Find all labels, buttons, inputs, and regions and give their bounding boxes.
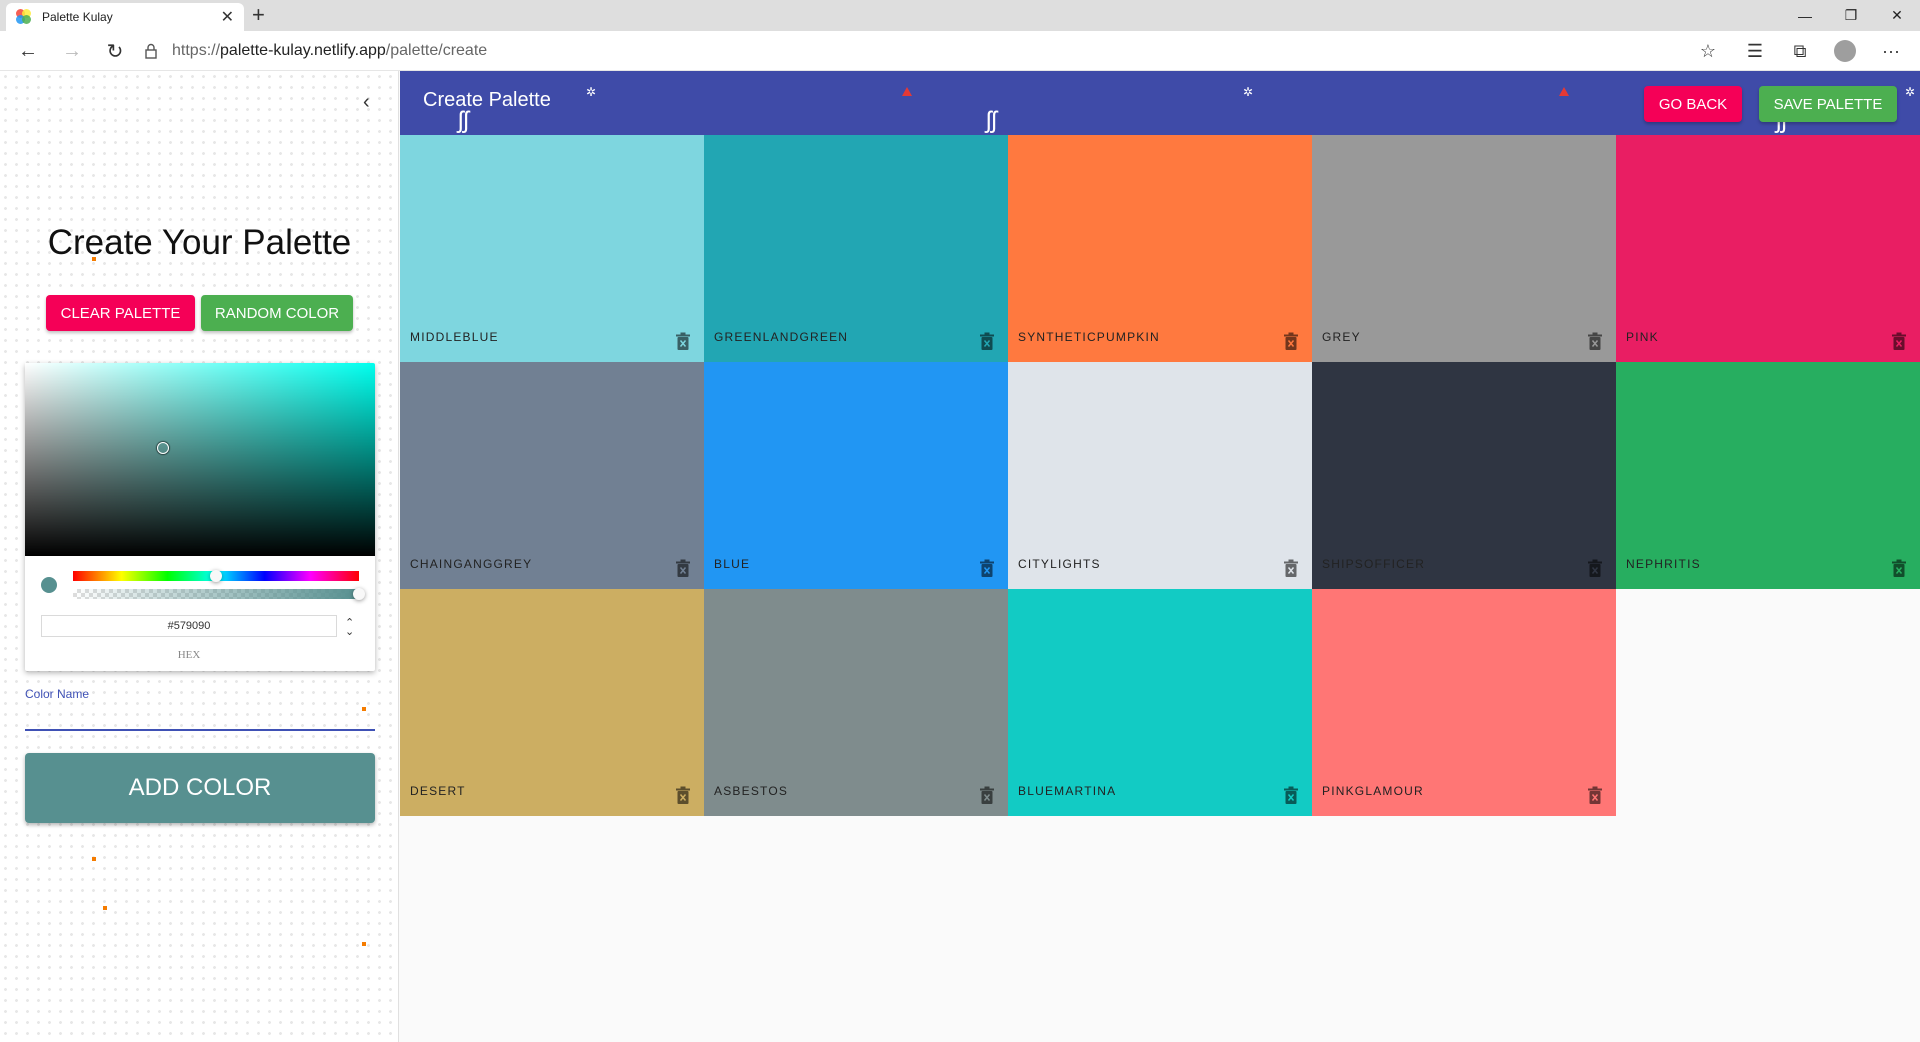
alpha-slider-knob[interactable]	[353, 588, 365, 600]
lock-icon	[145, 43, 157, 59]
color-box-name: GREY	[1322, 330, 1361, 344]
delete-icon[interactable]	[1588, 559, 1602, 577]
color-box[interactable]: PINKGLAMOUR	[1312, 589, 1616, 816]
refresh-icon[interactable]: ↻	[101, 37, 129, 65]
color-box-name: GREENLANDGREEN	[714, 330, 849, 344]
restore-icon[interactable]: ❐	[1828, 0, 1874, 31]
color-box-name: CHAINGANGGREY	[410, 557, 533, 571]
forward-icon[interactable]: →	[58, 37, 86, 65]
color-box[interactable]: PINK	[1616, 135, 1920, 362]
color-name-label: Color Name	[25, 687, 90, 701]
delete-icon[interactable]	[1892, 559, 1906, 577]
color-box[interactable]: SYNTHETICPUMPKIN	[1008, 135, 1312, 362]
delete-icon[interactable]	[676, 332, 690, 350]
squiggle-icon: ʃʃ	[986, 107, 997, 134]
back-icon[interactable]: ←	[14, 37, 42, 65]
decorative-dot	[92, 257, 96, 261]
color-box-name: PINKGLAMOUR	[1322, 784, 1424, 798]
color-box-name: CITYLIGHTS	[1018, 557, 1101, 571]
delete-icon[interactable]	[1588, 786, 1602, 804]
favorites-list-icon[interactable]: ☰	[1740, 37, 1770, 65]
random-color-button[interactable]: RANDOM COLOR	[201, 295, 353, 331]
color-box[interactable]: CITYLIGHTS	[1008, 362, 1312, 589]
decorative-dot	[92, 857, 96, 861]
delete-icon[interactable]	[676, 786, 690, 804]
color-box-name: NEPHRITIS	[1626, 557, 1701, 571]
delete-icon[interactable]	[1588, 332, 1602, 350]
sidebar-title: Create Your Palette	[47, 223, 352, 262]
window-close-icon[interactable]: ✕	[1874, 0, 1920, 31]
collections-icon[interactable]: ⧉	[1785, 37, 1815, 65]
color-box[interactable]: SHIPSOFFICER	[1312, 362, 1616, 589]
color-picker: ⌃⌄ HEX	[25, 363, 375, 671]
delete-icon[interactable]	[980, 559, 994, 577]
delete-icon[interactable]	[1284, 559, 1298, 577]
hex-label: HEX	[177, 649, 201, 661]
app-bar: Create Palette ʃʃ ʃʃ ʃʃ ✲ ✲ ✲ GO BACK SA…	[400, 71, 1920, 135]
color-box-name: ASBESTOS	[714, 784, 789, 798]
add-color-button[interactable]: ADD COLOR	[25, 753, 375, 823]
new-tab-icon[interactable]: +	[252, 2, 265, 28]
window-controls: — ❐ ✕	[1782, 0, 1920, 31]
address-bar: ← → ↻ https://palette-kulay.netlify.app/…	[0, 31, 1920, 71]
color-box[interactable]: GREENLANDGREEN	[704, 135, 1008, 362]
decorative-dot	[103, 906, 107, 910]
delete-icon[interactable]	[1284, 332, 1298, 350]
saturation-area[interactable]	[25, 363, 375, 556]
minimize-icon[interactable]: —	[1782, 0, 1828, 31]
hue-slider-knob[interactable]	[210, 570, 222, 582]
chevron-left-icon[interactable]: ‹	[363, 91, 370, 114]
delete-icon[interactable]	[676, 559, 690, 577]
delete-icon[interactable]	[1284, 786, 1298, 804]
format-toggle-icon[interactable]: ⌃ ⌄	[345, 618, 354, 638]
triangle-icon	[902, 87, 912, 96]
saturation-cursor[interactable]	[157, 442, 169, 454]
color-box[interactable]: ASBESTOS	[704, 589, 1008, 816]
color-box[interactable]: BLUEMARTINA	[1008, 589, 1312, 816]
delete-icon[interactable]	[1892, 332, 1906, 350]
color-box[interactable]: CHAINGANGGREY	[400, 362, 704, 589]
tab-title: Palette Kulay	[42, 10, 113, 24]
color-box[interactable]: DESERT	[400, 589, 704, 816]
color-box-name: BLUEMARTINA	[1018, 784, 1117, 798]
palette-sidebar: ‹ Create Your Palette CLEAR PALETTE RAND…	[0, 71, 399, 1042]
favicon-icon	[16, 9, 32, 25]
color-box-name: SHIPSOFFICER	[1322, 557, 1426, 571]
alpha-slider[interactable]	[73, 588, 365, 600]
decorative-dot	[362, 707, 366, 711]
delete-icon[interactable]	[980, 332, 994, 350]
color-box[interactable]: MIDDLEBLUE	[400, 135, 704, 362]
current-color-swatch	[41, 577, 57, 593]
page-title: Create Palette	[423, 89, 551, 111]
color-name-input[interactable]	[25, 705, 375, 731]
clear-palette-button[interactable]: CLEAR PALETTE	[46, 295, 195, 331]
save-palette-button[interactable]: SAVE PALETTE	[1759, 86, 1897, 122]
color-box[interactable]: NEPHRITIS	[1616, 362, 1920, 589]
triangle-icon	[1559, 87, 1569, 96]
browser-tab-bar: Palette Kulay ✕ + — ❐ ✕	[0, 0, 1920, 31]
tab-close-icon[interactable]: ✕	[221, 7, 234, 27]
decorative-dot	[362, 942, 366, 946]
hue-slider[interactable]	[73, 570, 359, 582]
sparkle-icon: ✲	[1905, 85, 1916, 99]
go-back-button[interactable]: GO BACK	[1644, 86, 1742, 122]
url-text: https://palette-kulay.netlify.app/palett…	[172, 42, 488, 59]
color-box-name: BLUE	[714, 557, 751, 571]
sparkle-icon: ✲	[1243, 85, 1254, 99]
url-field[interactable]: https://palette-kulay.netlify.app/palett…	[142, 35, 1722, 67]
color-box-name: DESERT	[410, 784, 466, 798]
color-box-name: PINK	[1626, 330, 1659, 344]
browser-tab[interactable]: Palette Kulay ✕	[6, 3, 244, 31]
color-box-name: MIDDLEBLUE	[410, 330, 499, 344]
favorite-star-icon[interactable]: ☆	[1693, 37, 1723, 65]
hex-input[interactable]	[41, 615, 337, 637]
color-box[interactable]: GREY	[1312, 135, 1616, 362]
sparkle-icon: ✲	[586, 85, 597, 99]
squiggle-icon: ʃʃ	[458, 107, 469, 134]
more-options-icon[interactable]: ···	[1876, 37, 1906, 65]
color-box[interactable]: BLUE	[704, 362, 1008, 589]
delete-icon[interactable]	[980, 786, 994, 804]
profile-avatar-icon[interactable]	[1830, 37, 1860, 65]
color-box-name: SYNTHETICPUMPKIN	[1018, 330, 1160, 344]
